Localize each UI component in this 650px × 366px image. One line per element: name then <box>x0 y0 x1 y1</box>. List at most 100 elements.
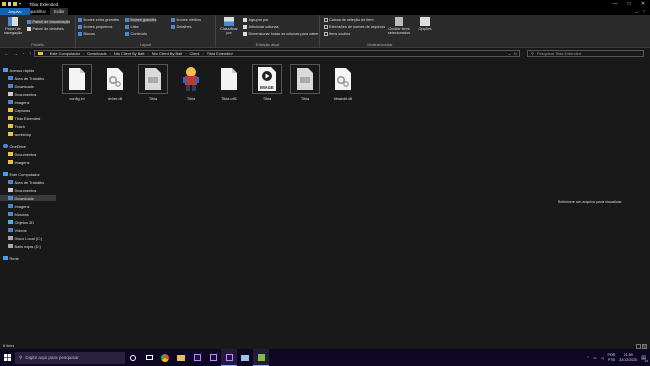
running-app-icon[interactable] <box>253 349 269 366</box>
downloads-folder-icon <box>8 84 13 88</box>
after-effects-icon[interactable] <box>205 349 221 366</box>
file-item[interactable]: tibiaedit.dll <box>328 64 358 101</box>
options-button[interactable]: Opções <box>416 17 434 31</box>
clock[interactable]: 21:59 22/12/2020 <box>619 353 637 362</box>
chrome-icon[interactable] <box>157 349 173 366</box>
file-extensions-toggle[interactable]: Extensões de nomes de arquivos <box>324 25 385 29</box>
up-arrow-icon[interactable]: ↑ <box>29 51 32 57</box>
nav-onedrive-item[interactable]: Imagens <box>8 159 29 165</box>
nav-quick-item[interactable]: Capturas <box>8 107 30 113</box>
preview-pane-button[interactable]: Painel de visualização <box>27 20 71 24</box>
layout-tiles[interactable]: Blocos <box>78 32 95 36</box>
nav-pane-button[interactable]: Painel de navegação <box>3 17 23 36</box>
layout-medium[interactable]: Ícones médios <box>171 18 201 22</box>
breadcrumb-nto-client[interactable]: Nto Client By Balt <box>114 51 145 56</box>
group-by-button[interactable]: Agrupar por <box>243 18 269 22</box>
hide-selected-button[interactable]: Ocultar itens selecionados <box>388 17 410 36</box>
refresh-icon[interactable]: ↻ <box>514 51 517 56</box>
add-columns-button[interactable]: Adicionar colunas <box>243 25 278 29</box>
layout-extra-large[interactable]: Ícones extra grandes <box>78 18 119 22</box>
file-item[interactable]: Tibia <box>290 64 320 101</box>
tab-file[interactable]: Arquivo <box>0 8 30 15</box>
nav-quick-item[interactable]: Downloads <box>8 83 34 89</box>
nav-onedrive[interactable]: OneDrive <box>3 143 26 149</box>
file-item[interactable]: IMAGE Tibia <box>252 64 282 101</box>
file-explorer-taskbar-icon[interactable] <box>173 349 189 366</box>
item-checkboxes-checkbox[interactable] <box>324 18 328 22</box>
nav-pc-item[interactable]: Área de Trabalho <box>8 179 44 185</box>
file-item[interactable]: config.ini <box>62 64 92 101</box>
back-arrow-icon[interactable]: ← <box>4 51 9 57</box>
file-extensions-checkbox[interactable] <box>324 25 328 29</box>
breadcrumb-this-pc[interactable]: Este Computador <box>50 51 80 56</box>
cortana-icon[interactable] <box>125 349 141 366</box>
extra-large-icons-icon <box>78 18 82 22</box>
nav-this-pc[interactable]: Este Computador <box>3 171 40 177</box>
properties-icon[interactable] <box>8 1 11 7</box>
nav-pc-item[interactable]: Objetos 3D <box>8 219 34 225</box>
start-button[interactable] <box>0 349 14 366</box>
recent-chevron-icon[interactable]: ⌄ <box>22 51 25 57</box>
file-item[interactable]: Tibia <box>138 64 168 101</box>
language-indicator[interactable]: POR PTB <box>607 353 615 362</box>
nav-quick-item[interactable]: Área de Trabalho <box>8 75 44 81</box>
search-input[interactable]: ⚲ Pesquisar Tibia Extended <box>527 50 644 57</box>
nav-network[interactable]: Rede <box>3 255 19 261</box>
nav-quick-access[interactable]: Acesso rápido <box>3 67 34 73</box>
forward-arrow-icon[interactable]: → <box>13 51 18 57</box>
explorer-taskbar-icon[interactable] <box>237 349 253 366</box>
customize-qat-icon[interactable]: ▾ <box>19 1 23 7</box>
breadcrumb-tibia-extended[interactable]: Tibia Extended <box>207 51 233 56</box>
nav-pc-item[interactable]: Imagens <box>8 203 29 209</box>
fit-columns-button[interactable]: Dimensionar todas as colunas para caber <box>243 32 319 36</box>
minimize-button[interactable]: — <box>608 0 622 8</box>
details-pane-button[interactable]: Painel de detalhes <box>27 27 64 31</box>
maximize-button[interactable]: □ <box>622 0 636 8</box>
large-icons-view-icon[interactable] <box>642 343 647 349</box>
layout-small[interactable]: Ícones pequenos <box>78 25 112 29</box>
taskbar-search-input[interactable]: ⚲ Digite aqui para pesquisar <box>15 351 125 364</box>
volume-icon[interactable]: ◁ <box>601 356 604 360</box>
nav-onedrive-item[interactable]: Documentos <box>8 151 36 157</box>
file-item[interactable]: Tibia <box>176 64 206 101</box>
hidden-items-toggle[interactable]: Itens ocultos <box>324 32 350 36</box>
layout-large[interactable]: Ícones grandes <box>125 18 157 22</box>
help-icon[interactable]: ? <box>642 9 645 15</box>
nav-quick-item[interactable]: Imagens <box>8 99 29 105</box>
notifications-icon[interactable]: ▤ 13 <box>641 355 648 363</box>
breadcrumb-client[interactable]: Client <box>190 51 200 56</box>
nav-pc-item[interactable]: Documentos <box>8 187 36 193</box>
breadcrumb-downloads[interactable]: Downloads <box>87 51 106 56</box>
task-view-icon[interactable] <box>141 349 157 366</box>
hidden-items-checkbox[interactable] <box>324 32 328 36</box>
file-item[interactable]: Tibia.otf1 <box>214 64 244 101</box>
nav-pc-item[interactable]: Músicas <box>8 211 29 217</box>
fit-columns-label: Dimensionar todas as colunas para caber <box>248 32 319 36</box>
address-dropdown-icon[interactable]: ⌄ <box>508 51 511 56</box>
nav-pc-item-selected[interactable]: Downloads <box>0 195 56 201</box>
nav-pc-item[interactable]: Balls nojas (D:) <box>8 243 41 249</box>
close-button[interactable]: ✕ <box>636 0 650 8</box>
network-tray-icon[interactable]: ▭ <box>593 356 596 360</box>
tray-chevron-icon[interactable]: ⌃ <box>586 356 589 360</box>
nav-quick-item[interactable]: Documentos <box>8 91 36 97</box>
address-bar[interactable]: › Este Computador › Downloads › Nto Client… <box>34 50 520 57</box>
layout-details[interactable]: Detalhes <box>171 25 192 29</box>
nav-pc-item[interactable]: Disco Local (C:) <box>8 235 42 241</box>
media-encoder-icon[interactable] <box>221 349 237 366</box>
layout-content[interactable]: Conteúdo <box>125 32 147 36</box>
sort-by-button[interactable]: Classificar por <box>219 17 239 36</box>
layout-list[interactable]: Lista <box>125 25 139 29</box>
details-view-icon[interactable] <box>636 343 641 349</box>
nav-quick-item[interactable]: Teach <box>8 123 25 129</box>
nav-quick-item[interactable]: workshop <box>8 131 31 137</box>
breadcrumb-nto-client-2[interactable]: Nto Client By Balt <box>152 51 183 56</box>
item-checkboxes-toggle[interactable]: Caixas de seleção de item <box>324 18 374 22</box>
tab-view[interactable]: Exibir <box>50 8 69 15</box>
new-folder-icon[interactable] <box>13 1 17 7</box>
premiere-icon[interactable] <box>189 349 205 366</box>
nav-pc-item[interactable]: Vídeos <box>8 227 27 233</box>
file-item[interactable]: dxlrer.dll <box>100 64 130 101</box>
collapse-ribbon-icon[interactable]: ⌄ <box>635 9 639 15</box>
nav-quick-item[interactable]: Tibia Extended <box>8 115 40 121</box>
